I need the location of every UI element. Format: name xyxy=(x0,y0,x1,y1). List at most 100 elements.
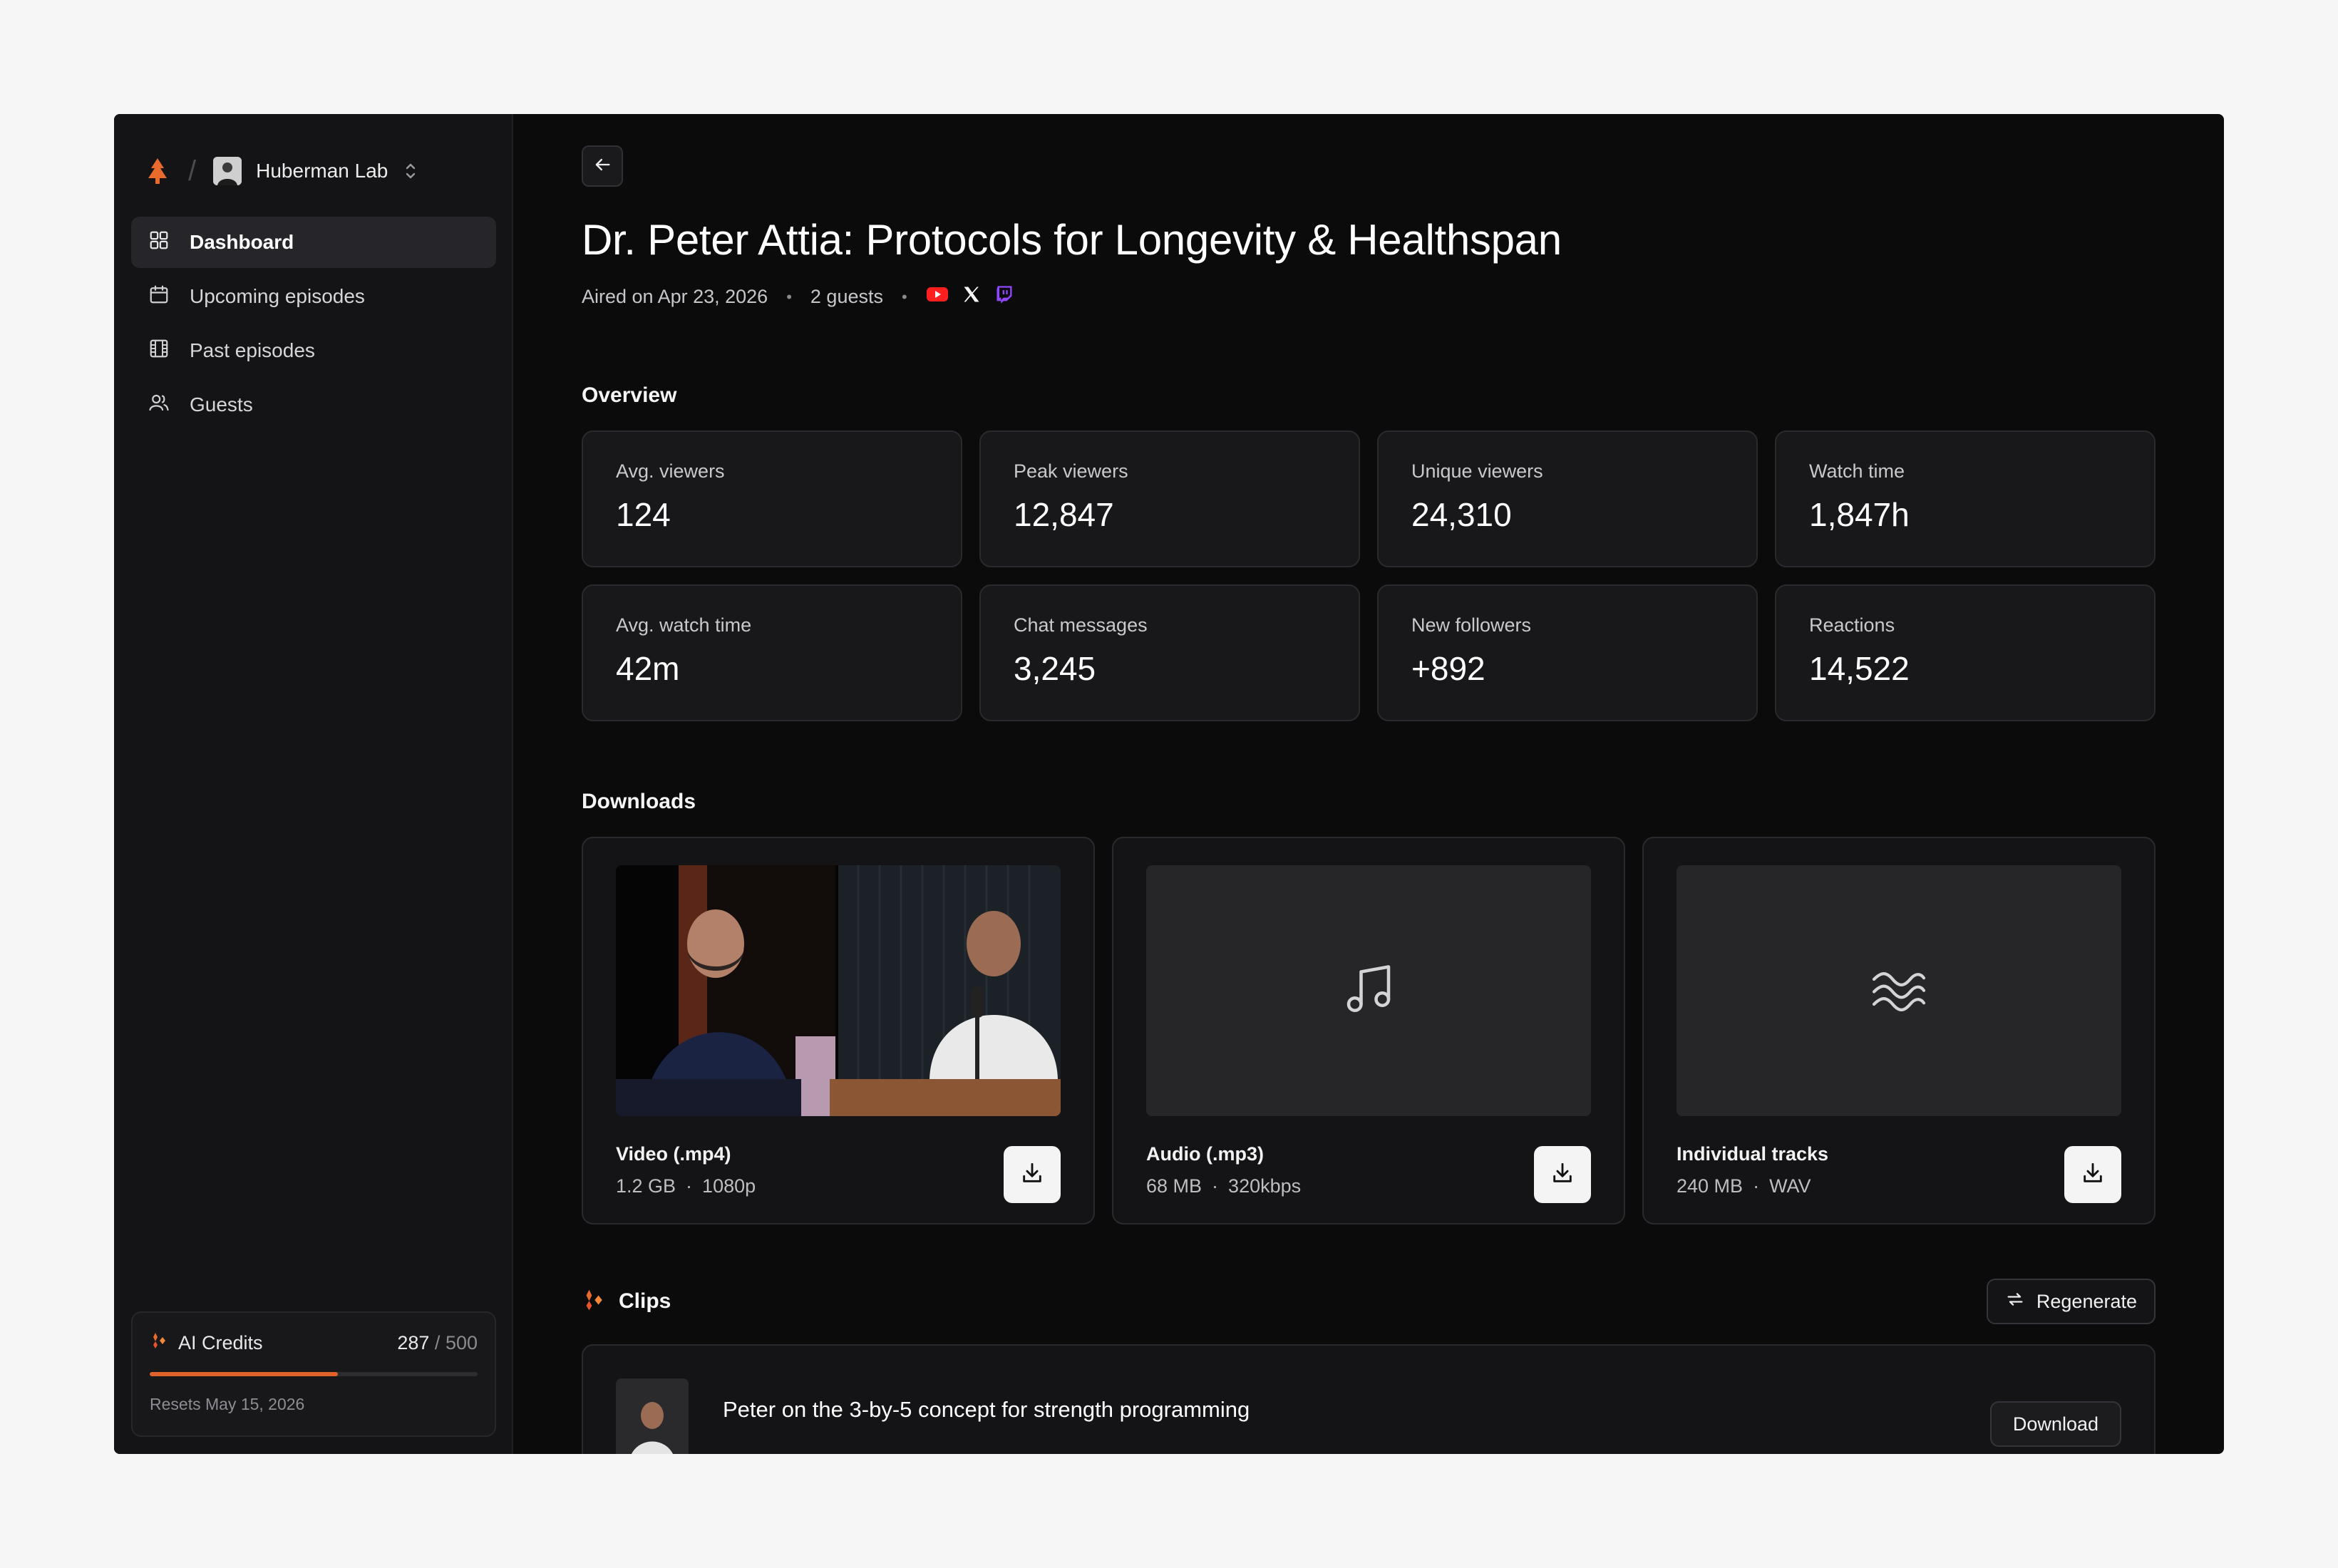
download-size: 68 MB xyxy=(1146,1175,1203,1197)
credits-progress-bar xyxy=(150,1372,478,1376)
credits-reset-date: Resets May 15, 2026 xyxy=(150,1395,305,1413)
download-meta: 68 MB · 320kbps xyxy=(1146,1175,1591,1197)
youtube-icon[interactable] xyxy=(926,286,949,308)
meta-separator: • xyxy=(786,287,792,306)
x-icon[interactable] xyxy=(962,284,982,309)
download-meta: 240 MB · WAV xyxy=(1677,1175,2121,1197)
download-card-video: Video (.mp4) 1.2 GB · 1080p xyxy=(582,837,1095,1224)
stat-value: 42m xyxy=(616,650,680,687)
clips-heading: Clips xyxy=(619,1289,671,1313)
episode-meta: Aired on Apr 23, 2026 • 2 guests • xyxy=(582,284,2156,309)
download-detail: 1080p xyxy=(702,1175,756,1197)
stats-grid: Avg. viewers 124 Peak viewers 12,847 Uniqu… xyxy=(582,430,2156,721)
separator-slash: / xyxy=(188,155,197,187)
credits-progress-fill xyxy=(150,1372,339,1376)
arrow-left-icon xyxy=(592,155,612,178)
app-window: / Huberman Lab Dashboard Upcoming episod… xyxy=(114,114,2224,1454)
download-button[interactable] xyxy=(2064,1146,2121,1203)
clip-item[interactable]: Peter on the 3-by-5 concept for strength… xyxy=(582,1344,2156,1454)
credits-total: 500 xyxy=(445,1332,478,1353)
sidebar-nav: Dashboard Upcoming episodes Past episode… xyxy=(131,217,496,433)
credits-used: 287 xyxy=(397,1332,430,1353)
stat-label: Unique viewers xyxy=(1411,460,1543,482)
download-icon xyxy=(1020,1161,1044,1189)
audio-thumbnail xyxy=(1146,865,1591,1116)
download-name: Video (.mp4) xyxy=(616,1143,731,1165)
users-icon xyxy=(148,392,170,418)
sidebar-item-label: Upcoming episodes xyxy=(190,285,365,307)
download-button[interactable] xyxy=(1004,1146,1061,1203)
download-button[interactable] xyxy=(1534,1146,1591,1203)
stat-value: 3,245 xyxy=(1014,650,1096,687)
downloads-grid: Video (.mp4) 1.2 GB · 1080p Audio (.mp3)… xyxy=(582,837,2156,1224)
stat-label: Peak viewers xyxy=(1014,460,1128,482)
stat-value: 1,847h xyxy=(1809,496,1910,533)
stat-card: Unique viewers 24,310 xyxy=(1377,430,1758,567)
stat-card: Watch time 1,847h xyxy=(1775,430,2156,567)
clip-download-button[interactable]: Download xyxy=(1989,1401,2121,1447)
download-size: 1.2 GB xyxy=(616,1175,676,1197)
refresh-icon xyxy=(2005,1289,2025,1314)
clip-thumbnail xyxy=(616,1378,689,1454)
overview-heading: Overview xyxy=(582,383,677,407)
download-detail: 320kbps xyxy=(1228,1175,1302,1197)
stat-value: 124 xyxy=(616,496,671,533)
clip-title: Peter on the 3-by-5 concept for strength… xyxy=(723,1397,1250,1422)
sidebar-item-label: Guests xyxy=(190,393,253,416)
credits-separator: / xyxy=(434,1332,441,1353)
meta-separator: · xyxy=(686,1175,693,1197)
film-icon xyxy=(148,338,170,364)
download-card-tracks: Individual tracks 240 MB · WAV xyxy=(1642,837,2156,1224)
twitch-icon[interactable] xyxy=(994,284,1014,309)
meta-separator: • xyxy=(901,287,907,306)
stat-value: +892 xyxy=(1411,650,1485,687)
sparkle-icon xyxy=(150,1331,168,1355)
stat-value: 24,310 xyxy=(1411,496,1512,533)
download-name: Individual tracks xyxy=(1677,1143,1829,1165)
calendar-icon xyxy=(148,284,170,310)
download-meta: 1.2 GB · 1080p xyxy=(616,1175,1061,1197)
sidebar-item-guests[interactable]: Guests xyxy=(131,379,496,430)
main-content: Dr. Peter Attia: Protocols for Longevity… xyxy=(513,114,2224,1454)
stat-card: Peak viewers 12,847 xyxy=(979,430,1360,567)
stat-value: 12,847 xyxy=(1014,496,1114,533)
tracks-thumbnail xyxy=(1677,865,2121,1116)
download-name: Audio (.mp3) xyxy=(1146,1143,1264,1165)
sidebar-item-dashboard[interactable]: Dashboard xyxy=(131,217,496,268)
brand-logo-icon xyxy=(145,157,171,185)
stat-label: Avg. viewers xyxy=(616,460,725,482)
sidebar-item-upcoming-episodes[interactable]: Upcoming episodes xyxy=(131,271,496,322)
workspace-switcher[interactable]: / Huberman Lab xyxy=(145,148,419,194)
stat-label: Reactions xyxy=(1809,614,1895,636)
download-card-audio: Audio (.mp3) 68 MB · 320kbps xyxy=(1112,837,1625,1224)
meta-separator: · xyxy=(1212,1175,1219,1197)
stat-label: New followers xyxy=(1411,614,1532,636)
download-icon xyxy=(1550,1161,1575,1189)
back-button[interactable] xyxy=(582,145,623,187)
sparkle-icon xyxy=(582,1288,606,1316)
clips-header: Clips Regenerate xyxy=(582,1279,2156,1324)
chevron-up-down-icon xyxy=(402,160,419,182)
sidebar-item-label: Dashboard xyxy=(190,231,294,253)
sidebar-item-label: Past episodes xyxy=(190,339,315,361)
social-links xyxy=(926,284,1014,309)
sidebar-item-past-episodes[interactable]: Past episodes xyxy=(131,325,496,376)
stat-label: Avg. watch time xyxy=(616,614,752,636)
page-title: Dr. Peter Attia: Protocols for Longevity… xyxy=(582,216,1562,264)
workspace-avatar xyxy=(213,157,242,185)
stat-card: Reactions 14,522 xyxy=(1775,584,2156,721)
stat-card: Avg. watch time 42m xyxy=(582,584,962,721)
download-icon xyxy=(2081,1161,2105,1189)
regenerate-button[interactable]: Regenerate xyxy=(1986,1279,2156,1324)
stat-card: New followers +892 xyxy=(1377,584,1758,721)
music-note-icon xyxy=(1339,959,1399,1023)
aired-date: Aired on Apr 23, 2026 xyxy=(582,286,768,307)
ai-credits-value: 287 / 500 xyxy=(397,1332,478,1354)
download-size: 240 MB xyxy=(1677,1175,1744,1197)
sidebar: / Huberman Lab Dashboard Upcoming episod… xyxy=(114,114,513,1454)
stat-label: Chat messages xyxy=(1014,614,1148,636)
workspace-name: Huberman Lab xyxy=(256,160,388,182)
video-thumbnail xyxy=(616,865,1061,1116)
downloads-heading: Downloads xyxy=(582,790,696,813)
guest-count: 2 guests xyxy=(810,286,883,307)
